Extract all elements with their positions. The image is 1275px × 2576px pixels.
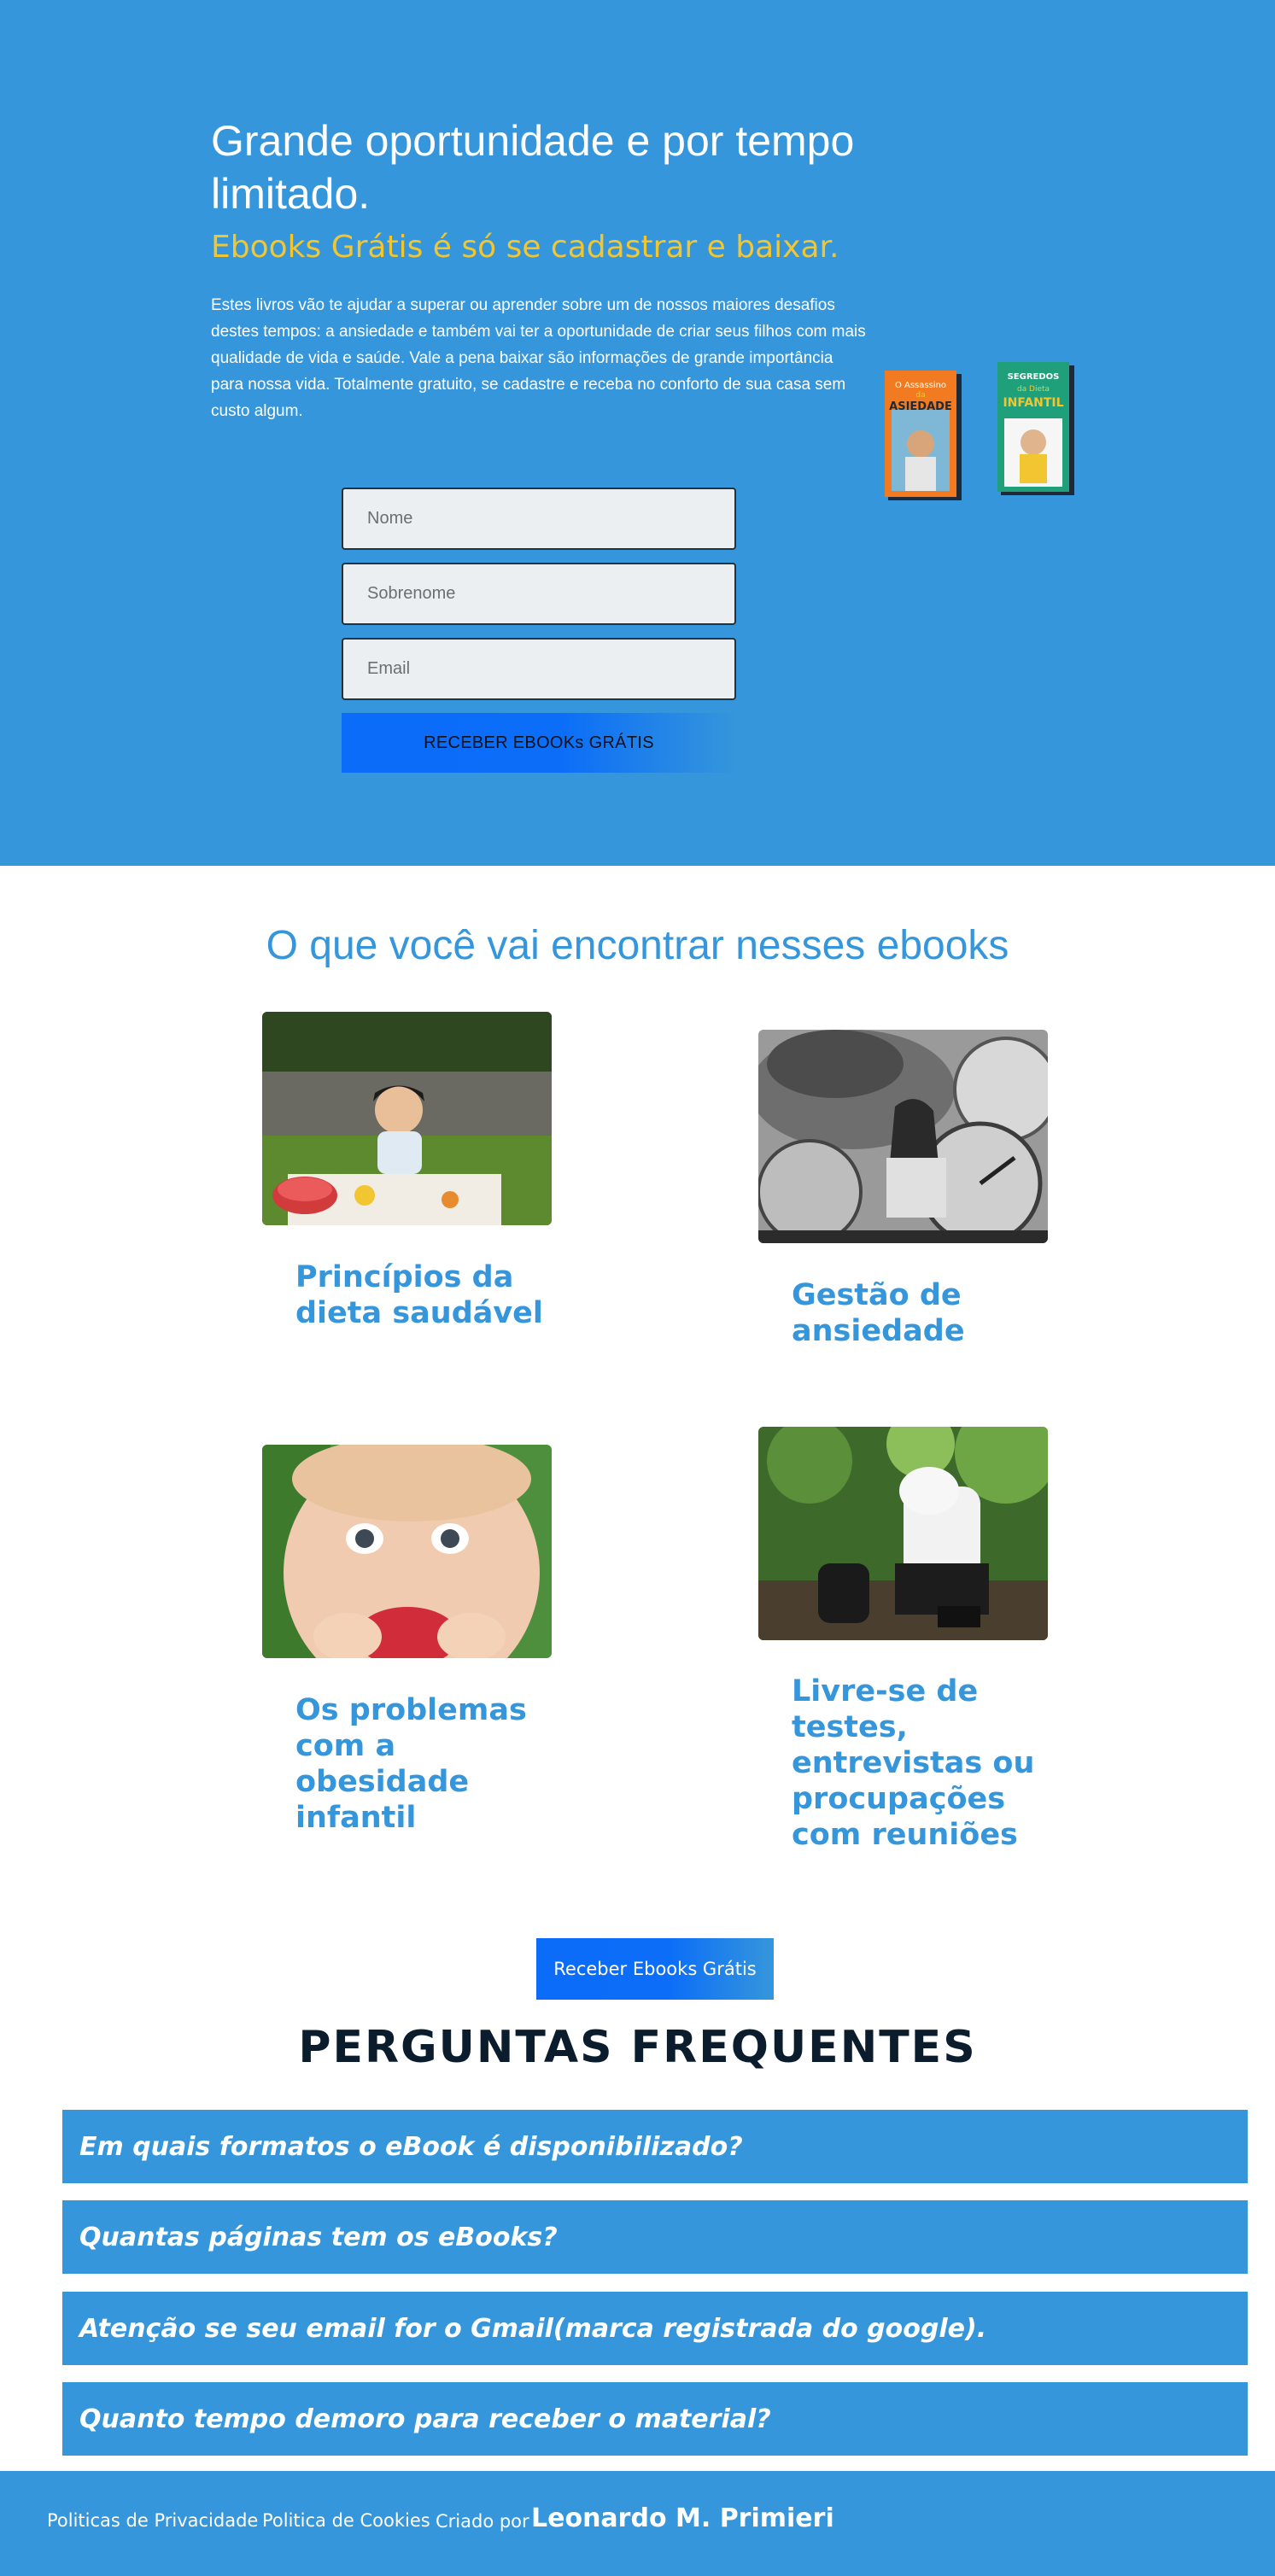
receive-ebooks-button[interactable]: RECEBER EBOOKs GRÁTIS (342, 713, 736, 773)
book2-line1: SEGREDOS (1008, 372, 1060, 382)
faq-title: PERGUNTAS FREQUENTES (298, 2022, 977, 2073)
footer: Politicas de Privacidade Politica de Coo… (0, 2471, 1275, 2576)
card-image-baby-picnic (262, 1012, 552, 1225)
section-title: O que você vai encontrar nesses ebooks (266, 923, 1009, 968)
card-title-tests-interviews: Livre-se de testes, entrevistas ou procu… (792, 1674, 1035, 1852)
cookie-policy-link[interactable]: Politica de Cookies (262, 2510, 430, 2531)
email-input[interactable] (342, 638, 736, 700)
hero-title: Grande oportunidade e por tempo limitado… (211, 117, 855, 218)
card-image-anxiety (758, 1030, 1048, 1243)
card-image-stressed-man (758, 1427, 1048, 1640)
book1-line1: O Assassino (895, 381, 946, 390)
faq-item-delivery-time[interactable]: Quanto tempo demoro para receber o mater… (62, 2382, 1248, 2456)
signup-form: RECEBER EBOOKs GRÁTIS (342, 488, 736, 773)
card-title-child-obesity: Os problemas com a obesidade infantil (295, 1693, 527, 1835)
book2-line2: da Dieta (1017, 385, 1050, 394)
created-by-label: Criado por (436, 2511, 529, 2532)
faq-item-gmail[interactable]: Atenção se seu email for o Gmail(marca r… (62, 2292, 1248, 2365)
privacy-policy-link[interactable]: Politicas de Privacidade (47, 2510, 258, 2531)
receive-ebooks-cta-button[interactable]: Receber Ebooks Grátis (536, 1938, 774, 2000)
name-input[interactable] (342, 488, 736, 550)
book2-line3: INFANTIL (1003, 396, 1063, 410)
hero-description: Estes livros vão te ajudar a superar ou … (211, 296, 866, 420)
card-image-baby-eating (262, 1445, 552, 1658)
hero-subtitle: Ebooks Grátis é só se cadastrar e baixar… (211, 230, 839, 265)
hero-section: Grande oportunidade e por tempo limitado… (0, 0, 1275, 866)
card-title-anxiety: Gestão de ansiedade (792, 1278, 965, 1348)
ebook-cover-anxiety: O Assassino da ASIEDADE (885, 371, 962, 500)
author-name: Leonardo M. Primieri (531, 2503, 834, 2533)
surname-input[interactable] (342, 563, 736, 625)
ebook-cover-infant-diet: SEGREDOS da Dieta INFANTIL (997, 362, 1074, 495)
ebook-covers-image: O Assassino da ASIEDADE SEGREDOS da Diet… (885, 362, 1074, 500)
book1-line2: da (915, 391, 925, 400)
faq-item-pages[interactable]: Quantas páginas tem os eBooks? (62, 2200, 1248, 2274)
faq-item-formats[interactable]: Em quais formatos o eBook é disponibiliz… (62, 2110, 1248, 2183)
card-title-healthy-diet: Princípios da dieta saudável (295, 1260, 543, 1330)
book1-line3: ASIEDADE (889, 400, 952, 413)
